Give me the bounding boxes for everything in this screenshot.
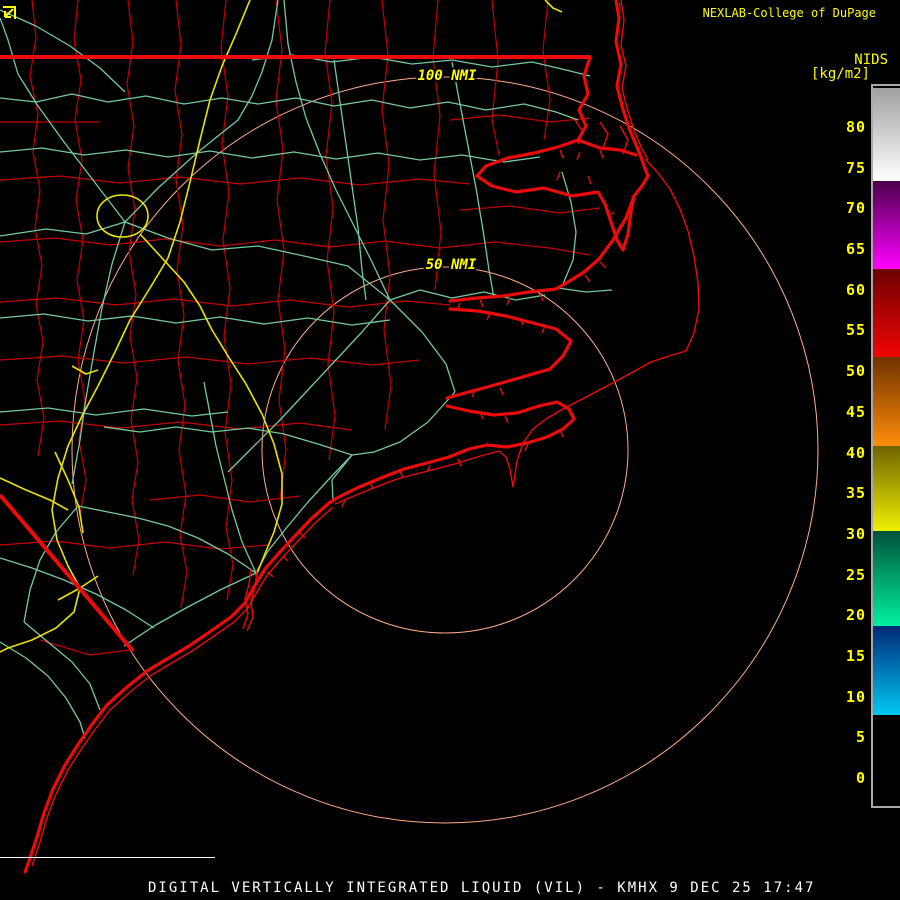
product-caption: DIGITAL VERTICALLY INTEGRATED LIQUID (VI…	[148, 880, 816, 896]
nc-sc-border	[0, 493, 135, 653]
colorbar-segment	[873, 268, 900, 358]
interstates-layer	[0, 0, 563, 653]
range-rings-layer	[71, 76, 819, 824]
colorbar-segment	[873, 445, 900, 531]
outer-banks-spit	[614, 0, 643, 159]
coastal-creeks	[267, 149, 619, 578]
colorbar-segment	[873, 357, 900, 446]
colorbar-units: [kg/m2]	[810, 66, 870, 82]
interstate-95	[0, 0, 251, 653]
range-ring-50nmi	[261, 266, 629, 634]
brand-text: NEXLAB-College of DuPage	[702, 6, 876, 20]
colorbar-segment	[873, 180, 900, 269]
range-ring-labels: 100 NMI 50 NMI	[415, 66, 479, 275]
colorbar-segment	[873, 87, 900, 181]
roads-layer	[0, 0, 647, 749]
footer-divider-line	[0, 857, 215, 858]
barrier-islands	[334, 0, 700, 505]
ring-label-100nmi: 100 NMI	[417, 68, 477, 84]
colorbar-segment	[873, 625, 900, 715]
ring-label-50nmi: 50 NMI	[426, 257, 477, 273]
radar-map: 100 NMI 50 NMI	[0, 0, 819, 874]
colorbar	[871, 84, 900, 808]
colorbar-segment	[873, 714, 900, 800]
colorbar-segment	[873, 530, 900, 626]
colorbar-segments	[873, 86, 900, 806]
radar-display: 100 NMI 50 NMI NEXLAB-College of DuPage …	[0, 0, 900, 900]
albemarle-south-shore	[475, 155, 650, 252]
southern-coast	[23, 501, 331, 874]
nexlab-logo-icon	[3, 6, 16, 19]
coastline-layer	[0, 0, 700, 874]
range-ring-100nmi	[71, 76, 819, 824]
